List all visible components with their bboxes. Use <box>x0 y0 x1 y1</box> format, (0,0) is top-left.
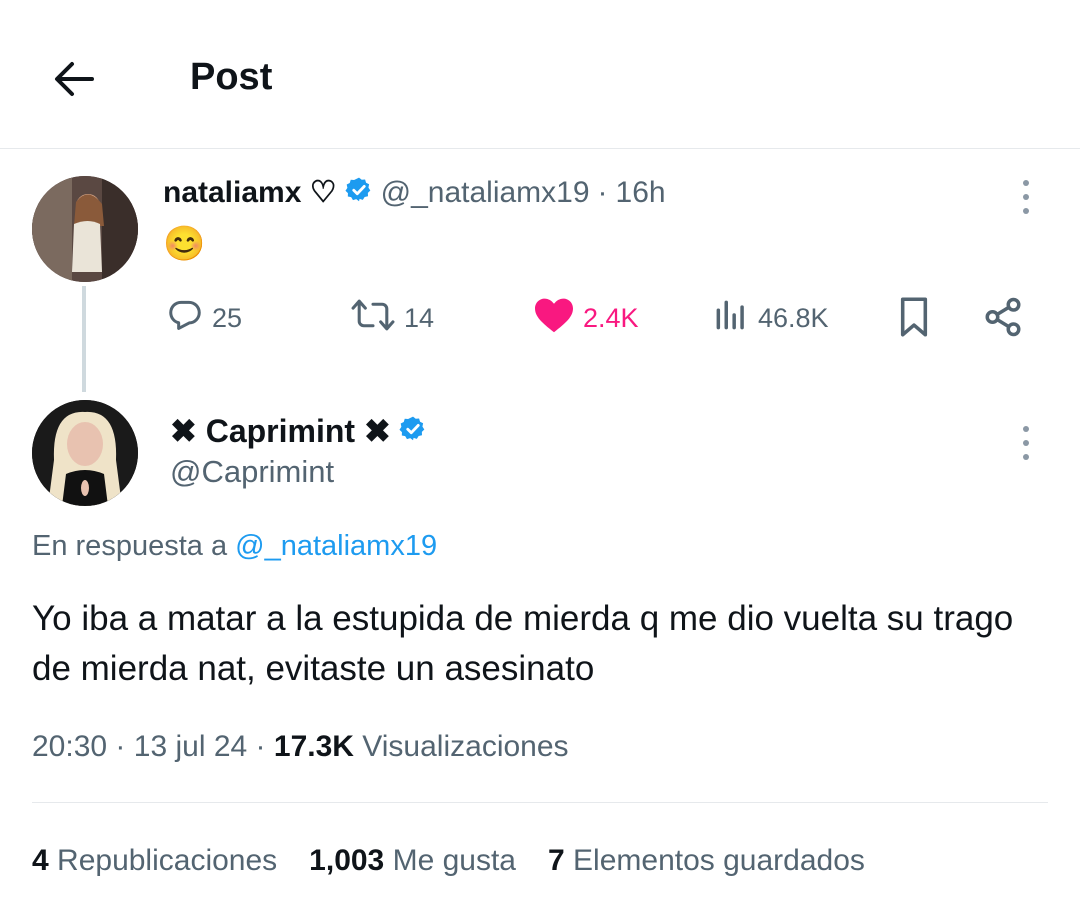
verified-badge-icon <box>399 415 427 448</box>
back-arrow-icon[interactable] <box>50 55 98 103</box>
author-handle[interactable]: @Caprimint <box>170 454 334 490</box>
avatar[interactable] <box>32 176 138 282</box>
views-button[interactable]: 46.8K <box>712 296 829 341</box>
reply-icon <box>166 296 204 341</box>
post-time[interactable]: 16h <box>616 176 666 210</box>
reposts-label: Republicaciones <box>57 844 278 877</box>
reply-to-line: En respuesta a @_nataliamx19 <box>32 530 437 563</box>
bookmarks-label: Elementos guardados <box>573 844 865 877</box>
reply-to-prefix: En respuesta a <box>32 530 228 562</box>
bookmark-icon[interactable] <box>894 296 934 343</box>
reply-count: 25 <box>212 303 243 333</box>
reply-author-row: ✖ Caprimint ✖ <box>170 412 427 450</box>
views-label: Visualizaciones <box>362 730 569 763</box>
post-text: Yo iba a matar a la estupida de mierda q… <box>32 599 1014 688</box>
views-chart-icon <box>712 296 750 341</box>
like-button[interactable]: 2.4K <box>533 296 639 341</box>
bookmarks-count: 7 <box>548 844 565 877</box>
author-handle[interactable]: @_nataliamx19 <box>381 176 590 210</box>
top-bar <box>0 0 1080 149</box>
avatar[interactable] <box>32 400 138 506</box>
post-content: 😊 <box>163 225 206 263</box>
views-count: 17.3K <box>273 730 354 763</box>
more-options-icon[interactable] <box>1020 424 1032 464</box>
verified-badge-icon <box>345 176 373 209</box>
reposts-stat[interactable]: 4 Republicaciones <box>32 844 277 878</box>
views-count: 46.8K <box>758 303 829 333</box>
likes-label: Me gusta <box>392 844 516 877</box>
separator-dot: · <box>115 730 126 763</box>
reply-button[interactable]: 25 <box>166 296 242 341</box>
post-time[interactable]: 20:30 <box>32 730 107 763</box>
bookmarks-stat[interactable]: 7 Elementos guardados <box>548 844 865 878</box>
repost-count: 14 <box>404 303 435 333</box>
repost-button[interactable]: 14 <box>350 296 434 341</box>
author-name[interactable]: nataliamx ♡ <box>163 175 337 210</box>
reply-to-handle-link[interactable]: @_nataliamx19 <box>235 530 437 562</box>
like-count: 2.4K <box>583 303 639 333</box>
thread-line <box>82 286 86 392</box>
divider <box>32 802 1048 803</box>
post-meta: 20:30 · 13 jul 24 · 17.3K Visualizacione… <box>32 730 569 764</box>
post-author-row: nataliamx ♡ @_nataliamx19 · 16h <box>163 175 666 210</box>
separator-dot: · <box>597 175 608 209</box>
heart-filled-icon <box>533 296 575 341</box>
page-title: Post <box>190 56 273 98</box>
reposts-count: 4 <box>32 844 49 877</box>
likes-count: 1,003 <box>309 844 385 877</box>
author-name[interactable]: ✖ Caprimint ✖ <box>170 412 391 450</box>
likes-stat[interactable]: 1,003 Me gusta <box>309 844 516 878</box>
share-icon[interactable] <box>982 296 1024 343</box>
post-date[interactable]: 13 jul 24 <box>134 730 247 763</box>
more-options-icon[interactable] <box>1020 178 1032 218</box>
repost-icon <box>350 296 396 341</box>
engagement-stats: 4 Republicaciones 1,003 Me gusta 7 Eleme… <box>32 844 865 878</box>
separator-dot: · <box>255 730 266 763</box>
